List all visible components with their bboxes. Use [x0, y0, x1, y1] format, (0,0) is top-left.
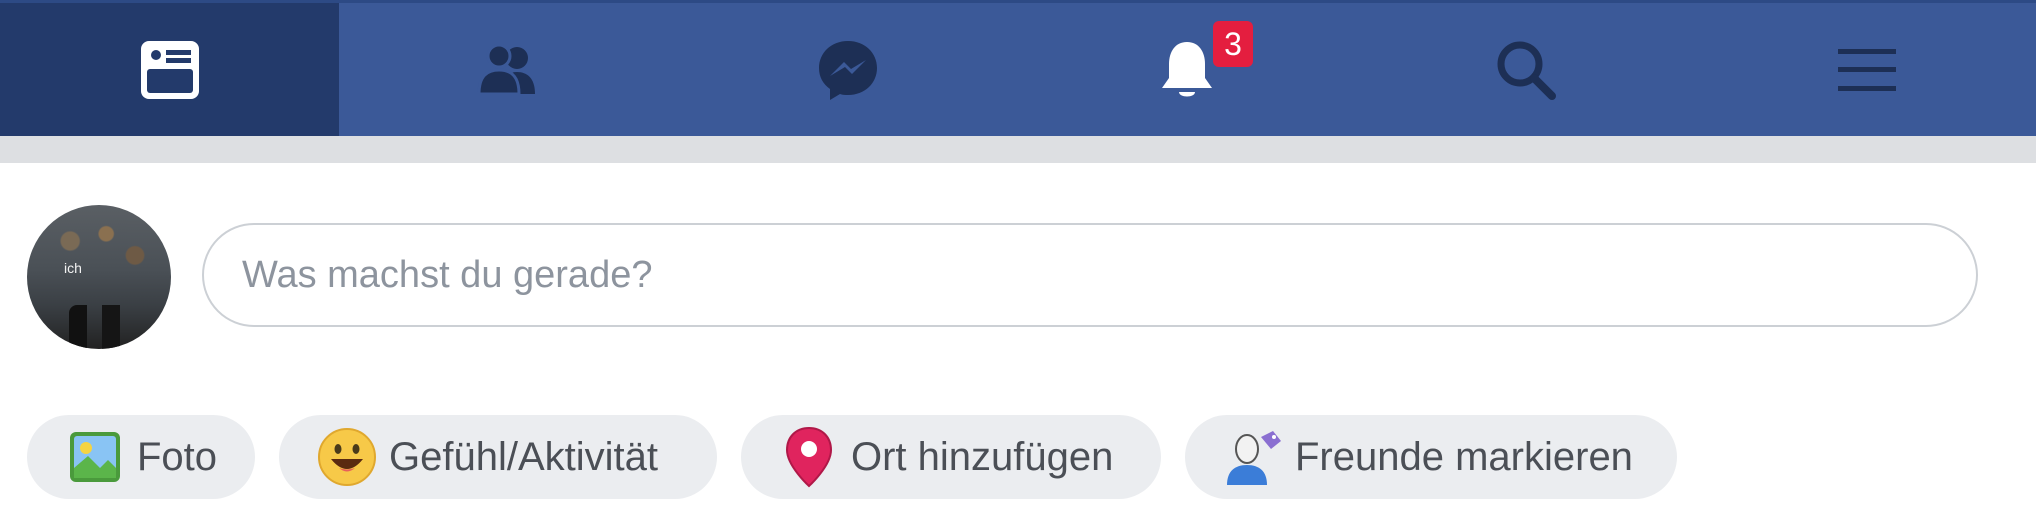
tab-search[interactable]: [1356, 3, 1695, 136]
friends-icon: [476, 43, 541, 96]
news-feed-icon: [139, 39, 201, 101]
avatar[interactable]: ich: [27, 205, 171, 349]
tag-friends-label: Freunde markieren: [1295, 434, 1633, 479]
add-location-button[interactable]: Ort hinzufügen: [741, 415, 1161, 499]
feeling-activity-label: Gefühl/Aktivität: [389, 434, 659, 479]
tab-news-feed[interactable]: [0, 3, 339, 136]
bell-icon: [1159, 38, 1215, 102]
feeling-activity-button[interactable]: Gefühl/Aktivität: [279, 415, 717, 499]
tab-menu[interactable]: [1697, 3, 2036, 136]
status-input[interactable]: Was machst du gerade?: [202, 223, 1978, 327]
avatar-photo-detail: [69, 305, 129, 349]
post-composer: ich Was machst du gerade? Foto Gefühl/Ak…: [0, 163, 2036, 516]
add-location-label: Ort hinzufügen: [851, 434, 1114, 479]
tag-friends-icon: [1223, 427, 1283, 487]
photo-label: Foto: [137, 434, 218, 479]
hamburger-menu-icon: [1837, 45, 1896, 95]
tab-friends[interactable]: [339, 3, 678, 136]
section-divider: [0, 136, 2036, 163]
photo-icon: [65, 427, 125, 487]
notification-badge: 3: [1213, 21, 1253, 67]
tag-friends-button[interactable]: Freunde markieren: [1185, 415, 1677, 499]
photo-button[interactable]: Foto: [27, 415, 255, 499]
tab-notifications[interactable]: 3: [1017, 3, 1356, 136]
smiley-icon: [317, 427, 377, 487]
avatar-caption: ich: [64, 260, 82, 276]
messenger-icon: [816, 38, 880, 102]
top-navigation-bar: 3: [0, 0, 2036, 136]
location-pin-icon: [779, 426, 839, 488]
tab-messenger[interactable]: [678, 3, 1017, 136]
search-icon: [1495, 39, 1557, 101]
